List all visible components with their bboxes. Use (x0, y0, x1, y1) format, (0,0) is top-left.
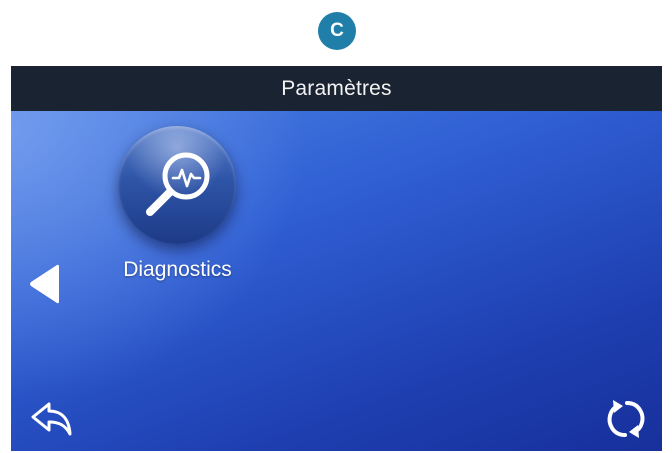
page-title: Paramètres (281, 76, 392, 100)
diagnostics-label: Diagnostics (123, 258, 232, 281)
step-marker-badge: C (318, 12, 356, 50)
title-bar: Paramètres (11, 66, 662, 111)
refresh-button[interactable] (601, 396, 651, 442)
refresh-icon (607, 400, 645, 438)
back-button[interactable] (29, 400, 79, 440)
magnifier-pulse-icon (146, 152, 210, 216)
previous-page-button[interactable] (27, 262, 61, 306)
back-arrow-icon (31, 402, 72, 436)
control-panel-screen: Paramètres Diagnostics (11, 66, 662, 451)
diagnostics-icon-circle (118, 126, 236, 244)
diagnostics-button[interactable]: Diagnostics (115, 126, 240, 286)
triangle-left-icon (30, 264, 59, 304)
